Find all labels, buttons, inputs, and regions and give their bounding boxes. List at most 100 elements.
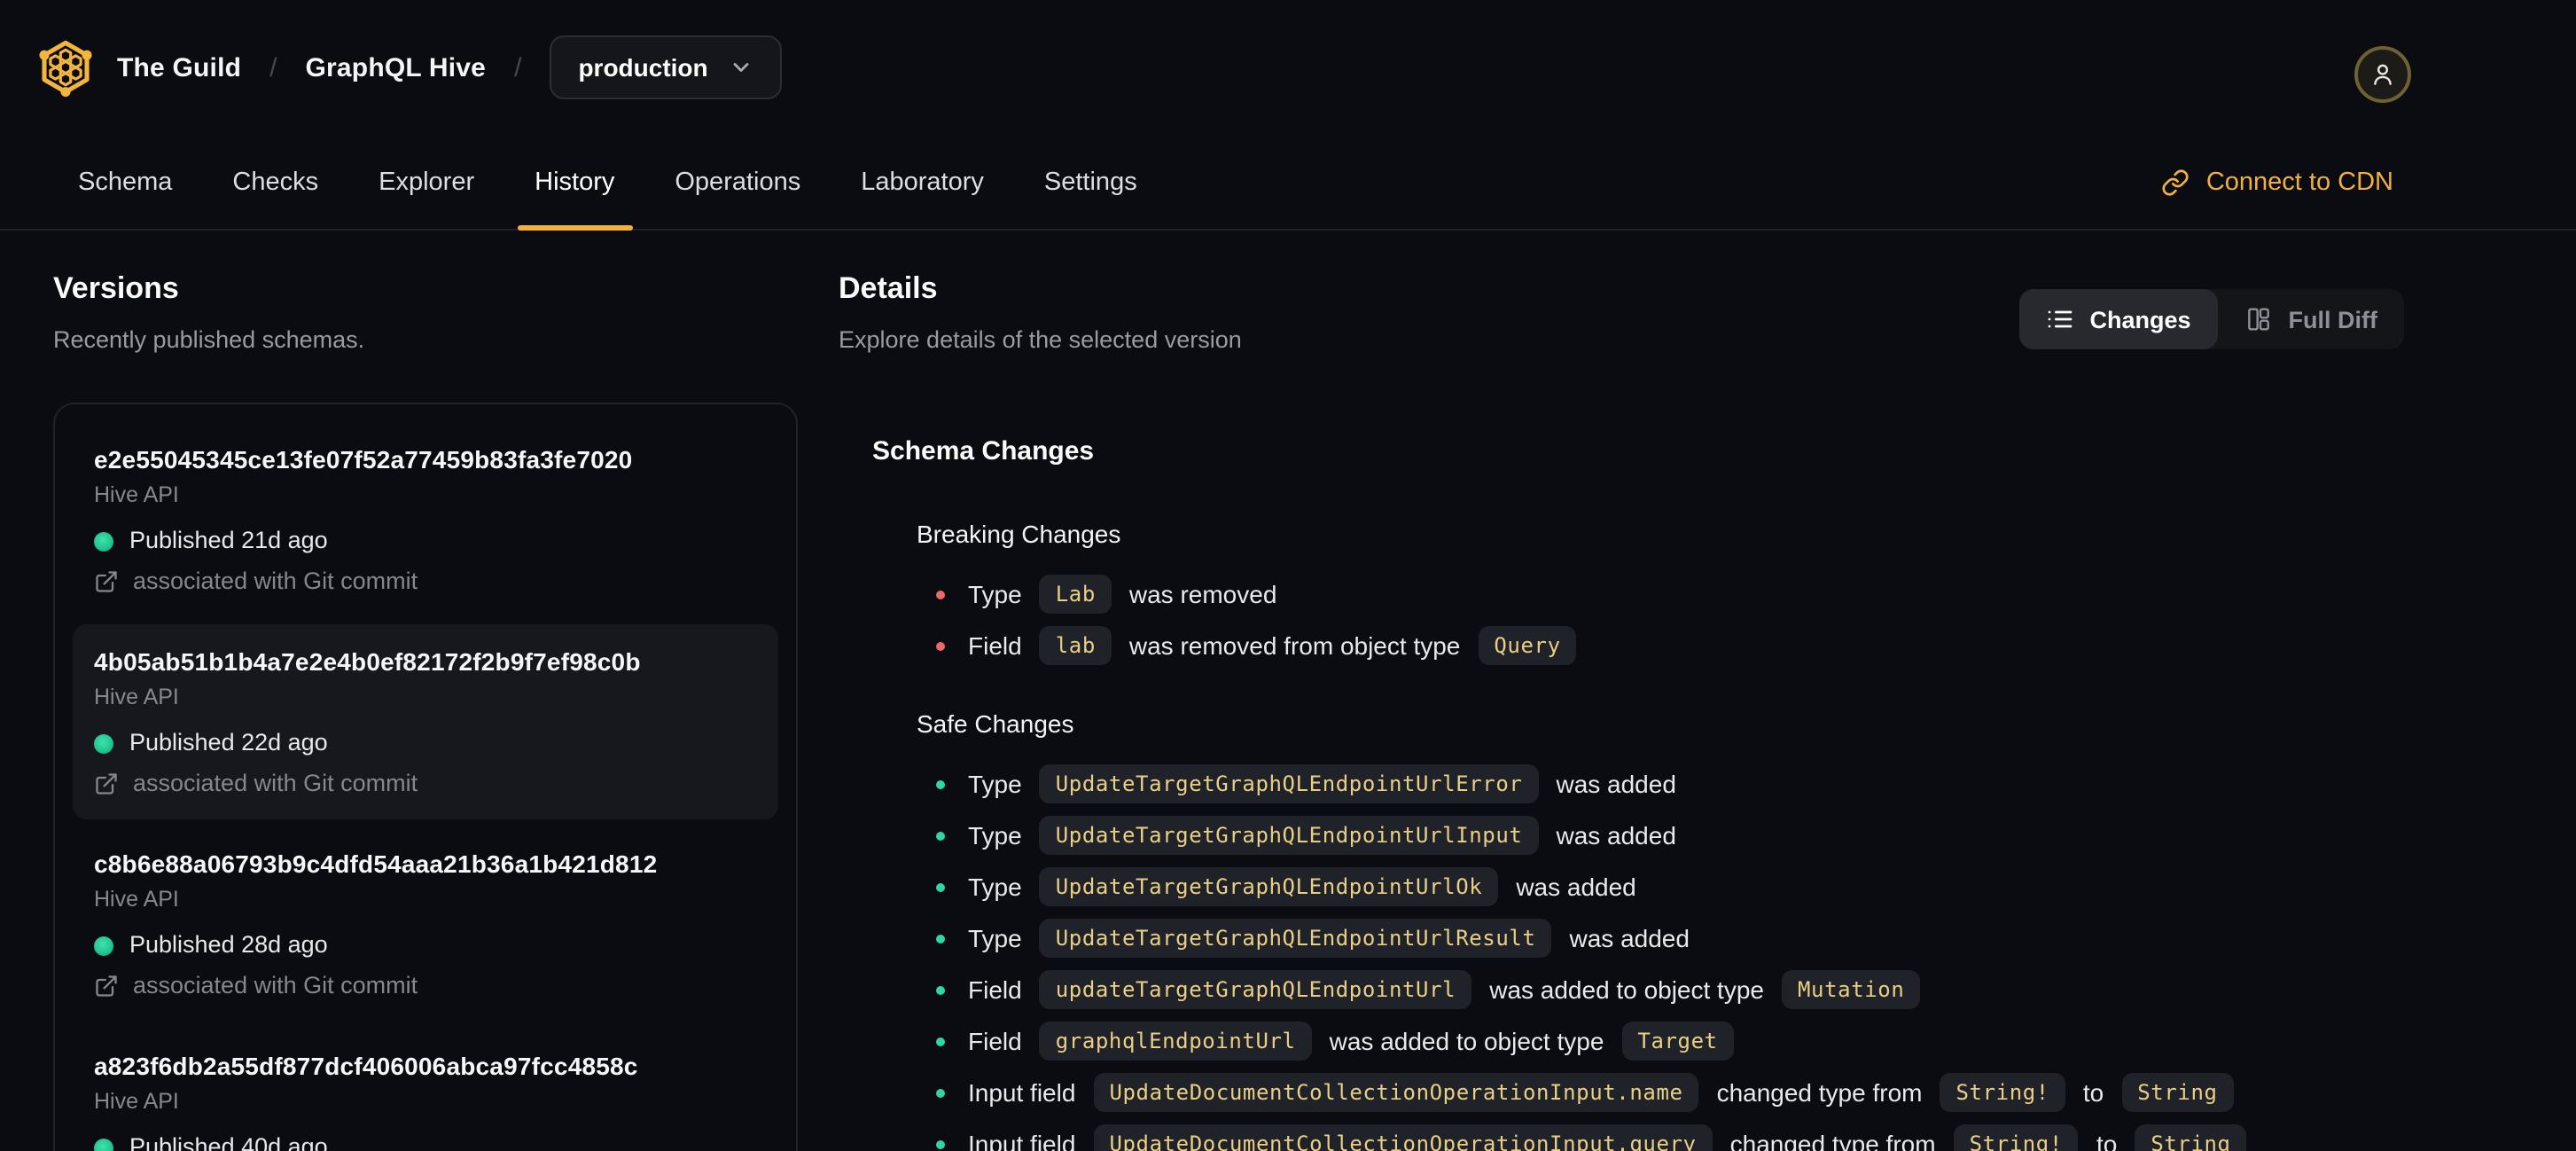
- safe-bullet-icon: [936, 985, 945, 994]
- tab-explorer[interactable]: Explorer: [357, 135, 496, 229]
- safe-bullet-icon: [936, 1037, 945, 1045]
- code-badge: UpdateTargetGraphQLEndpointUrlOk: [1039, 867, 1499, 906]
- change-row: Input field UpdateDocumentCollectionOpera…: [936, 1123, 2521, 1151]
- safe-bullet-icon: [936, 934, 945, 943]
- git-commit-link[interactable]: associated with Git commit: [94, 770, 757, 798]
- change-text: Type: [968, 770, 1022, 798]
- nav-tabs: Schema Checks Explorer History Operations Lab…: [57, 135, 1159, 231]
- change-text: Field: [968, 1027, 1022, 1055]
- user-avatar[interactable]: [2354, 46, 2411, 103]
- chevron-down-icon: [730, 55, 754, 80]
- versions-subtitle: Recently published schemas.: [53, 326, 365, 353]
- changes-view-label: Changes: [2089, 306, 2191, 333]
- breadcrumb-org[interactable]: The Guild: [117, 52, 241, 82]
- tab-checks[interactable]: Checks: [211, 135, 340, 229]
- safe-changes-title: Safe Changes: [917, 709, 1074, 738]
- change-text: changed type from: [1716, 1078, 1923, 1107]
- breaking-bullet-icon: [936, 590, 945, 599]
- external-link-icon: [94, 974, 119, 998]
- code-badge: String: [2121, 1073, 2234, 1112]
- change-text: was added to object type: [1489, 975, 1764, 1004]
- code-badge: UpdateTargetGraphQLEndpointUrlError: [1039, 764, 1539, 803]
- target-selector-value: production: [578, 53, 708, 82]
- tab-schema[interactable]: Schema: [57, 135, 193, 229]
- version-hash: 4b05ab51b1b4a7e2e4b0ef82172f2b9f7ef98c0b: [94, 647, 641, 676]
- version-service: Hive API: [94, 482, 179, 507]
- breadcrumb-separator: /: [269, 52, 277, 82]
- code-badge: UpdateDocumentCollectionOperationInput.q…: [1093, 1124, 1713, 1151]
- target-selector[interactable]: production: [550, 35, 783, 99]
- version-status: Published 40d ago: [94, 1133, 757, 1151]
- git-commit-label: associated with Git commit: [133, 568, 418, 594]
- full-diff-view-label: Full Diff: [2288, 306, 2378, 333]
- change-text: to: [2096, 1130, 2118, 1151]
- code-badge: UpdateTargetGraphQLEndpointUrlResult: [1039, 919, 1552, 958]
- change-row: Type Lab was removed: [936, 573, 2521, 615]
- version-service: Hive API: [94, 887, 179, 912]
- code-badge: String!: [1953, 1124, 2079, 1151]
- user-icon: [2369, 60, 2397, 89]
- change-row: Type UpdateTargetGraphQLEndpointUrlOk was …: [936, 865, 2521, 908]
- version-card[interactable]: a823f6db2a55df877dcf406006abca97fcc4858c…: [73, 1029, 778, 1151]
- breadcrumb-project[interactable]: GraphQL Hive: [306, 52, 487, 82]
- git-commit-label: associated with Git commit: [133, 770, 418, 796]
- change-text: Input field: [968, 1130, 1076, 1151]
- version-service: Hive API: [94, 685, 179, 709]
- change-text: Type: [968, 924, 1022, 952]
- code-badge: String!: [1940, 1073, 2065, 1112]
- version-status-label: Published 21d ago: [129, 527, 328, 553]
- hive-logo-icon[interactable]: [35, 37, 96, 98]
- page: The Guild / GraphQL Hive / production Sc…: [0, 0, 2576, 1151]
- tab-operations[interactable]: Operations: [653, 135, 822, 229]
- safe-bullet-icon: [936, 1139, 945, 1148]
- tab-laboratory[interactable]: Laboratory: [839, 135, 1005, 229]
- change-text: was added: [1516, 873, 1636, 901]
- breadcrumb: The Guild / GraphQL Hive / production: [117, 35, 783, 99]
- tabs-row: Schema Checks Explorer History Operations Lab…: [0, 135, 2576, 231]
- change-text: Type: [968, 873, 1022, 901]
- version-status: Published 22d ago: [94, 729, 757, 757]
- change-text: was removed from object type: [1128, 631, 1461, 660]
- published-dot-icon: [94, 936, 113, 955]
- code-badge: UpdateTargetGraphQLEndpointUrlInput: [1039, 816, 1539, 855]
- details-subtitle: Explore details of the selected version: [839, 326, 1242, 353]
- link-icon: [2162, 168, 2190, 196]
- safe-bullet-icon: [936, 882, 945, 891]
- schema-changes-section: Schema Changes Breaking Changes Type Lab w…: [872, 435, 2521, 1151]
- git-commit-link[interactable]: associated with Git commit: [94, 972, 757, 1000]
- changes-view-button[interactable]: Changes: [2018, 289, 2218, 349]
- full-diff-view-button[interactable]: Full Diff: [2218, 289, 2405, 349]
- published-dot-icon: [94, 733, 113, 753]
- tab-history[interactable]: History: [513, 135, 636, 231]
- external-link-icon: [94, 771, 119, 796]
- change-text: Type: [968, 580, 1022, 608]
- version-status-label: Published 22d ago: [129, 729, 328, 756]
- version-card[interactable]: e2e55045345ce13fe07f52a77459b83fa3fe7020…: [73, 422, 778, 617]
- change-text: to: [2082, 1078, 2104, 1107]
- breaking-bullet-icon: [936, 641, 945, 650]
- header-top-row: The Guild / GraphQL Hive / production: [0, 0, 2576, 135]
- change-row: Field graphqlEndpointUrl was added to obje…: [936, 1020, 2521, 1062]
- details-title: Details: [839, 271, 938, 305]
- breadcrumb-separator: /: [514, 52, 522, 82]
- version-status-label: Published 28d ago: [129, 931, 328, 958]
- code-badge: updateTargetGraphQLEndpointUrl: [1039, 970, 1472, 1009]
- git-commit-link[interactable]: associated with Git commit: [94, 568, 757, 596]
- code-badge: lab: [1039, 626, 1112, 665]
- change-text: Field: [968, 631, 1022, 660]
- version-hash: c8b6e88a06793b9c4dfd54aaa21b36a1b421d812: [94, 850, 658, 878]
- change-text: was added to object type: [1329, 1027, 1604, 1055]
- change-row: Type UpdateTargetGraphQLEndpointUrlError w…: [936, 763, 2521, 805]
- tab-settings[interactable]: Settings: [1023, 135, 1159, 229]
- version-card[interactable]: c8b6e88a06793b9c4dfd54aaa21b36a1b421d812…: [73, 826, 778, 1022]
- change-text: was added: [1556, 770, 1676, 798]
- version-card[interactable]: 4b05ab51b1b4a7e2e4b0ef82172f2b9f7ef98c0b…: [73, 624, 778, 819]
- connect-to-cdn-button[interactable]: Connect to CDN: [2162, 168, 2393, 196]
- safe-bullet-icon: [936, 779, 945, 788]
- code-badge: UpdateDocumentCollectionOperationInput.n…: [1093, 1073, 1699, 1112]
- view-toggle: Changes Full Diff: [2018, 289, 2404, 349]
- code-badge: String: [2135, 1124, 2247, 1151]
- change-text: was added: [1569, 924, 1690, 952]
- version-status: Published 28d ago: [94, 931, 757, 959]
- code-badge: Query: [1478, 626, 1577, 665]
